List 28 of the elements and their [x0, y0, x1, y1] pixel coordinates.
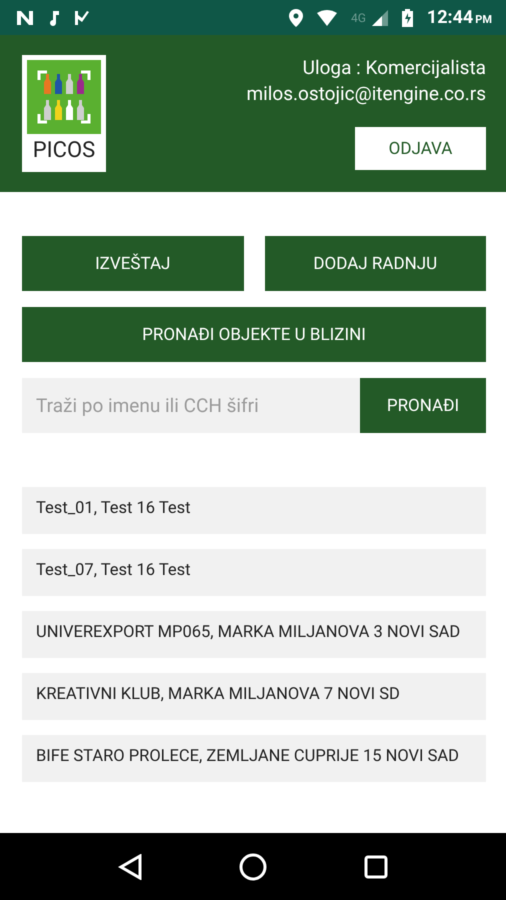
recents-icon[interactable]	[364, 854, 388, 878]
signal-icon	[372, 10, 388, 26]
home-icon[interactable]	[238, 852, 267, 880]
user-email: milos.ostojic@itengine.co.rs	[246, 81, 486, 107]
action-button[interactable]: IZVEŠTAJ	[22, 236, 244, 291]
back-icon[interactable]	[118, 854, 142, 880]
bottles-icon	[27, 60, 101, 134]
result-item[interactable]: Test_01, Test 16 Test	[22, 487, 486, 534]
clock-time: 12:44	[426, 7, 474, 28]
result-item[interactable]: BIFE STARO PROLECE, ZEMLJANE CUPRIJE 15 NOVI SAD	[22, 735, 486, 782]
battery-charging-icon	[402, 8, 413, 26]
location-pin-icon	[288, 8, 303, 26]
search-button[interactable]: PRONAĐI	[360, 378, 486, 433]
result-item[interactable]: UNIVEREXPORT MP065, MARKA MILJANOVA 3 NOVI SAD	[22, 611, 486, 658]
network-type: 4G	[350, 10, 366, 24]
n-icon	[16, 10, 34, 26]
clock-period: PM	[475, 13, 492, 26]
nearby-button[interactable]: PRONAĐI OBJEKTE U BLIZINI	[22, 307, 486, 362]
logout-button[interactable]: ODJAVA	[355, 127, 486, 170]
check-flag-icon	[74, 10, 90, 26]
logo-text: PICOS	[32, 138, 96, 163]
result-item[interactable]: KREATIVNI KLUB, MARKA MILJANOVA 7 NOVI SD	[22, 673, 486, 720]
search-field[interactable]: Traži po imenu ili CCH šifri	[22, 378, 360, 433]
user-role: Uloga : Komercijalista	[302, 55, 486, 81]
action-button[interactable]: DODAJ RADNJU	[264, 236, 486, 291]
wifi-icon	[316, 10, 337, 26]
result-item[interactable]: Test_07, Test 16 Test	[22, 549, 486, 596]
music-note-icon	[48, 10, 60, 26]
